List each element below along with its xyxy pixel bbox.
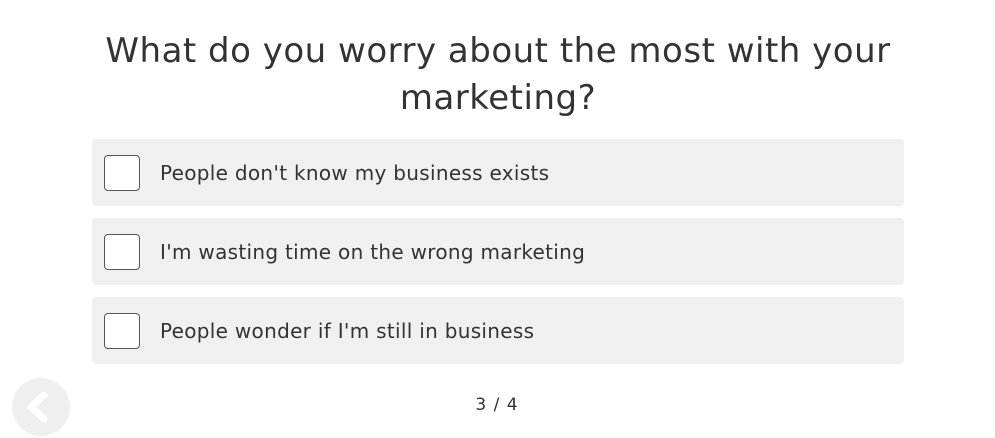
option-label: I'm wasting time on the wrong marketing <box>160 239 586 264</box>
chevron-left-icon <box>27 392 48 422</box>
option-checkbox[interactable] <box>104 154 140 191</box>
option-label: People wonder if I'm still in business <box>160 318 535 343</box>
option-people-dont-know[interactable]: People don't know my business exists <box>92 139 904 206</box>
options-list: People don't know my business exists I'm… <box>92 139 904 376</box>
option-label: People don't know my business exists <box>160 160 550 185</box>
option-checkbox[interactable] <box>104 233 140 270</box>
option-still-in-business[interactable]: People wonder if I'm still in business <box>92 297 904 364</box>
quiz-page: What do you worry about the most with yo… <box>0 0 995 438</box>
progress-indicator: 3 / 4 <box>475 395 519 415</box>
back-button[interactable] <box>12 378 70 436</box>
option-wasting-time[interactable]: I'm wasting time on the wrong marketing <box>92 218 904 285</box>
question-title: What do you worry about the most with yo… <box>105 31 891 118</box>
option-checkbox[interactable] <box>104 312 140 349</box>
